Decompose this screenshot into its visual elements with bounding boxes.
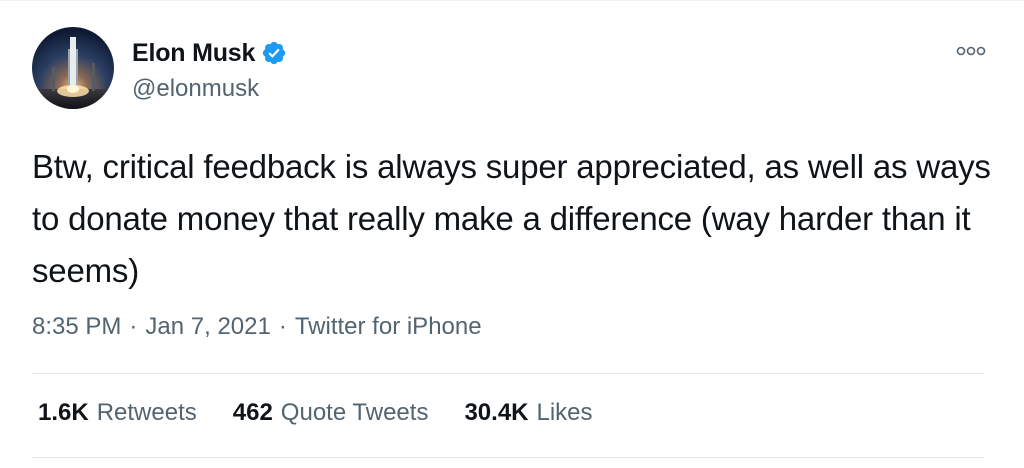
likes-label: Likes xyxy=(536,399,593,426)
meta-separator: · xyxy=(278,313,287,340)
divider-top xyxy=(32,373,984,374)
likes-stat[interactable]: 30.4K Likes xyxy=(464,399,592,427)
tweet-header: Elon Musk @elonmusk xyxy=(32,27,992,113)
retweets-count: 1.6K xyxy=(38,399,89,426)
tweet-card: Elon Musk @elonmusk Btw, critical feedba… xyxy=(0,0,1024,468)
verified-badge-icon xyxy=(261,40,287,66)
quote-tweets-count: 462 xyxy=(232,399,273,426)
tweet-date[interactable]: Jan 7, 2021 xyxy=(145,313,270,341)
quote-tweets-stat[interactable]: 462 Quote Tweets xyxy=(233,399,429,427)
divider-bottom xyxy=(32,457,984,458)
display-name[interactable]: Elon Musk xyxy=(132,39,255,68)
retweets-label: Retweets xyxy=(96,399,197,426)
retweets-stat[interactable]: 1.6K Retweets xyxy=(38,399,197,427)
tweet-time[interactable]: 8:35 PM xyxy=(32,313,121,341)
meta-separator: · xyxy=(129,313,138,340)
more-options-icon[interactable] xyxy=(956,43,986,59)
tweet-source[interactable]: Twitter for iPhone xyxy=(295,313,482,341)
rocket-launch-avatar-icon xyxy=(32,27,114,109)
tweet-text: Btw, critical feedback is always super a… xyxy=(32,148,991,289)
tweet-stats: 1.6K Retweets 462 Quote Tweets 30.4K Lik… xyxy=(38,399,629,427)
quote-tweets-label: Quote Tweets xyxy=(280,399,429,426)
avatar[interactable] xyxy=(32,27,114,109)
likes-count: 30.4K xyxy=(464,399,529,426)
author-handle[interactable]: @elonmusk xyxy=(132,75,287,103)
tweet-meta: 8:35 PM · Jan 7, 2021 · Twitter for iPho… xyxy=(32,313,482,341)
display-name-row: Elon Musk xyxy=(132,37,287,69)
author-names: Elon Musk @elonmusk xyxy=(132,37,287,103)
